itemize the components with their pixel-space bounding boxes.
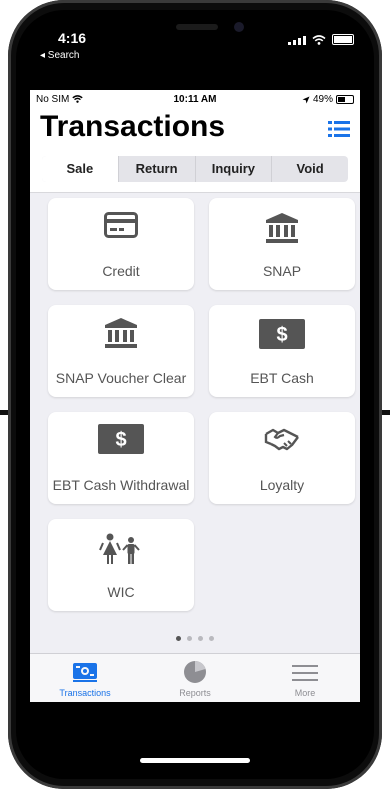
page-dot bbox=[198, 636, 203, 641]
bank-icon bbox=[266, 213, 298, 243]
page-dot bbox=[209, 636, 214, 641]
list-view-icon[interactable] bbox=[328, 120, 350, 138]
tile-ebt-cash-withdrawal[interactable]: $ EBT Cash Withdrawal bbox=[48, 412, 194, 504]
back-to-search-link[interactable]: ◂ Search bbox=[40, 50, 79, 61]
device-clock: 4:16 bbox=[58, 30, 87, 46]
battery-icon bbox=[332, 34, 354, 45]
dollar-icon: $ bbox=[98, 424, 144, 454]
segment-return[interactable]: Return bbox=[117, 156, 195, 182]
home-indicator[interactable] bbox=[140, 758, 250, 763]
phone-notch bbox=[106, 10, 276, 52]
segment-sale[interactable]: Sale bbox=[42, 156, 118, 182]
tile-label: EBT Cash Withdrawal bbox=[52, 477, 190, 493]
svg-text:$: $ bbox=[115, 429, 126, 451]
page-dot bbox=[176, 636, 181, 641]
nav-bar: Transactions bbox=[30, 108, 360, 150]
tile-label: Credit bbox=[102, 263, 140, 279]
status-right: 49% bbox=[302, 94, 354, 105]
tile-label: WIC bbox=[107, 584, 135, 600]
transaction-type-segment: Sale Return Inquiry Void bbox=[42, 156, 348, 182]
tab-more[interactable]: More bbox=[250, 654, 360, 702]
tab-transactions[interactable]: Transactions bbox=[30, 654, 140, 702]
tile-wic[interactable]: WIC bbox=[48, 519, 194, 611]
svg-text:$: $ bbox=[276, 324, 287, 346]
speaker-grille bbox=[176, 24, 218, 30]
app-status-bar: No SIM 10:11 AM 49% bbox=[30, 90, 360, 108]
tile-label: EBT Cash bbox=[250, 370, 314, 386]
segment-void[interactable]: Void bbox=[271, 156, 348, 182]
battery-icon bbox=[336, 95, 354, 104]
pie-chart-icon bbox=[184, 661, 206, 683]
tile-snap-voucher-clear[interactable]: SNAP Voucher Clear bbox=[48, 305, 194, 397]
transactions-icon bbox=[73, 663, 97, 682]
front-camera bbox=[234, 22, 244, 32]
tab-reports[interactable]: Reports bbox=[140, 654, 250, 702]
battery-percent: 49% bbox=[312, 94, 333, 105]
tab-label: More bbox=[294, 688, 316, 698]
tile-credit[interactable]: Credit bbox=[48, 198, 194, 290]
bank-icon bbox=[105, 318, 137, 348]
segment-control-wrap: Sale Return Inquiry Void bbox=[30, 150, 360, 193]
tab-label: Transactions bbox=[59, 688, 111, 698]
credit-card-icon bbox=[104, 212, 138, 238]
device-status-icons bbox=[288, 34, 354, 45]
tile-label: SNAP bbox=[262, 263, 302, 279]
app-screen: No SIM 10:11 AM 49% Transactions Sale Re… bbox=[30, 90, 360, 702]
tab-bar: Transactions Reports More bbox=[30, 653, 360, 702]
tile-loyalty[interactable]: Loyalty bbox=[209, 412, 355, 504]
tile-label: SNAP Voucher Clear bbox=[55, 370, 187, 386]
family-icon bbox=[99, 533, 140, 564]
cellular-signal-icon bbox=[288, 35, 306, 45]
page-indicator[interactable] bbox=[30, 636, 360, 641]
menu-icon bbox=[292, 665, 318, 681]
page-dot bbox=[187, 636, 192, 641]
tile-label: Loyalty bbox=[259, 477, 305, 493]
tile-snap[interactable]: SNAP bbox=[209, 198, 355, 290]
page-title: Transactions bbox=[40, 110, 226, 143]
tile-ebt-cash[interactable]: $ EBT Cash bbox=[209, 305, 355, 397]
location-arrow-icon bbox=[302, 96, 310, 103]
handshake-icon bbox=[264, 428, 299, 451]
dollar-icon: $ bbox=[259, 319, 305, 349]
segment-inquiry[interactable]: Inquiry bbox=[194, 156, 272, 182]
tab-label: Reports bbox=[179, 688, 211, 698]
wifi-icon bbox=[312, 34, 326, 45]
